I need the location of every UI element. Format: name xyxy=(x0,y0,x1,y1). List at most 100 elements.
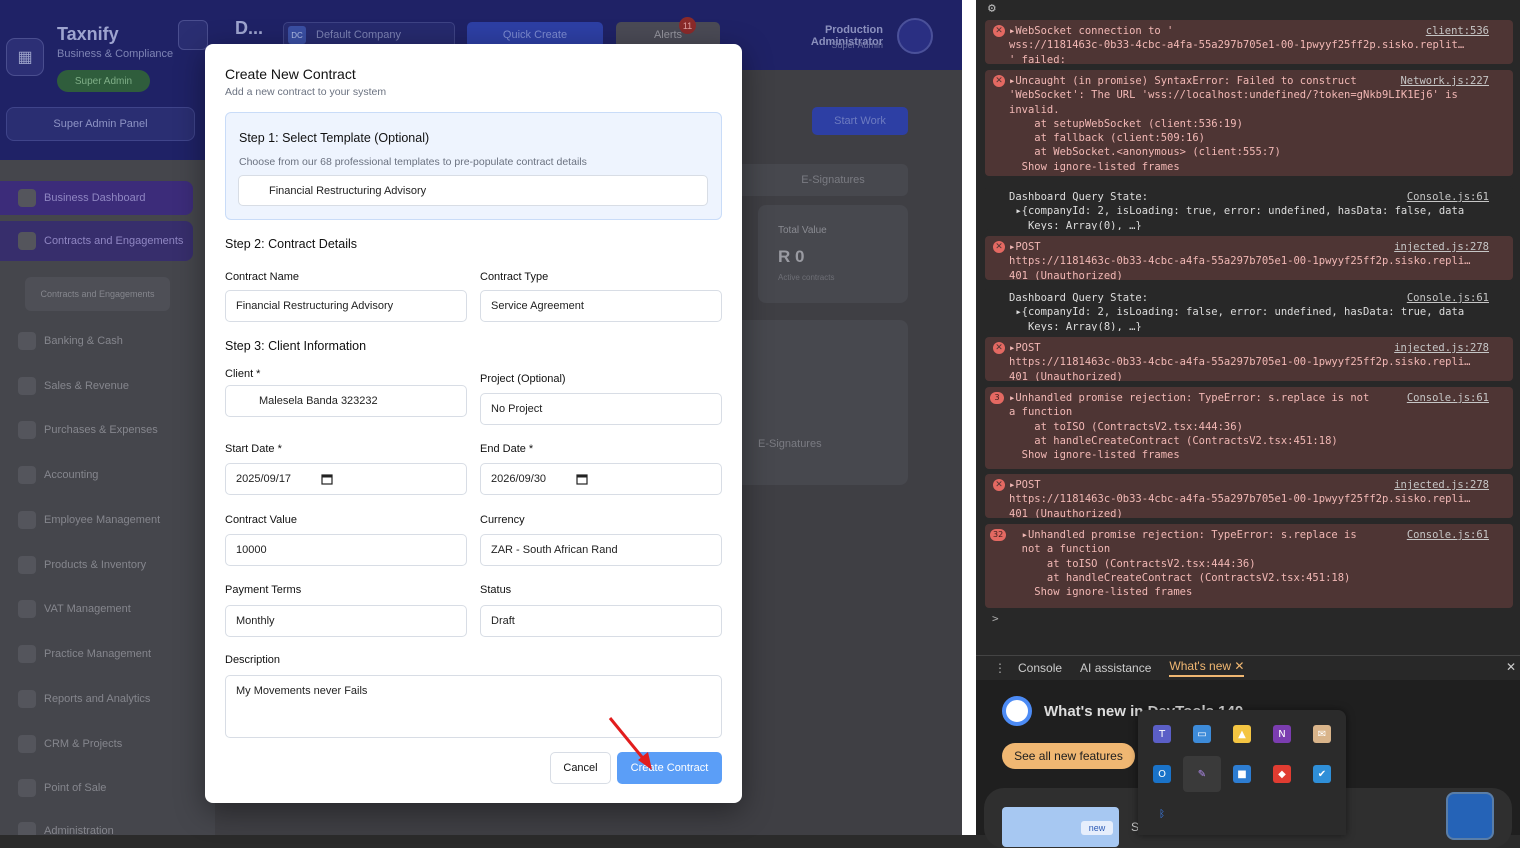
box-icon xyxy=(18,556,36,574)
source-link[interactable]: client:536 xyxy=(1426,24,1489,38)
contract-name-label: Contract Name xyxy=(225,271,299,283)
more-vertical-icon[interactable]: ⋮ xyxy=(994,661,1006,675)
card-value: R 0 xyxy=(778,247,805,266)
chart-icon xyxy=(18,690,36,708)
total-value-card: Total Value R 0 Active contracts xyxy=(758,205,908,303)
client-select[interactable]: Malesela Banda 323232 xyxy=(225,385,467,417)
error-icon: ✕ xyxy=(993,342,1005,354)
payment-terms-select[interactable]: Monthly xyxy=(225,605,467,637)
source-link[interactable]: injected.js:278 xyxy=(1394,478,1489,492)
pen-icon[interactable]: ✎ xyxy=(1193,765,1211,783)
source-link[interactable]: Console.js:61 xyxy=(1407,528,1489,542)
source-link[interactable]: Console.js:61 xyxy=(1407,391,1489,405)
source-link[interactable]: Console.js:61 xyxy=(1407,190,1489,204)
nav-admin[interactable]: Administration xyxy=(0,814,114,835)
nav-vat[interactable]: VAT Management xyxy=(0,592,131,626)
contract-type-select[interactable]: Service Agreement xyxy=(480,290,722,322)
currency-select[interactable]: ZAR - South African Rand xyxy=(480,534,722,566)
app-icon[interactable] xyxy=(1446,792,1494,840)
page-title: D... xyxy=(235,18,264,38)
tab-console[interactable]: Console xyxy=(1018,661,1062,675)
step3-heading: Step 3: Client Information xyxy=(225,339,367,353)
source-link[interactable]: Console.js:61 xyxy=(1407,291,1489,305)
repeat-count-badge: 3 xyxy=(990,392,1004,404)
source-link[interactable]: injected.js:278 xyxy=(1394,240,1489,254)
step2-heading: Step 2: Contract Details xyxy=(225,237,358,251)
avatar[interactable] xyxy=(897,18,933,54)
subnav-contracts[interactable]: Contracts and Engagements xyxy=(25,277,170,311)
close-icon[interactable]: ✕ xyxy=(1234,659,1244,673)
end-date-input[interactable]: 2026/09/30 xyxy=(480,463,722,495)
window-icon[interactable]: ▭ xyxy=(1193,725,1211,743)
app-blue-icon[interactable]: ■ xyxy=(1233,765,1251,783)
nav-accounting[interactable]: Accounting xyxy=(0,458,98,492)
nav-purchases[interactable]: Purchases & Expenses xyxy=(0,413,158,447)
brand-name: Taxnify xyxy=(57,24,119,44)
nav-products[interactable]: Products & Inventory xyxy=(0,548,146,582)
start-work-button[interactable]: Start Work xyxy=(812,107,908,135)
start-date-label: Start Date * xyxy=(225,443,282,455)
gear-icon[interactable]: ⚙ xyxy=(988,1,1004,16)
console-error-entry[interactable]: 32 ▸Unhandled promise rejection: TypeErr… xyxy=(985,524,1513,608)
anydesk-icon[interactable]: ◆ xyxy=(1273,765,1291,783)
security-shield-icon[interactable]: ✔ xyxy=(1313,765,1331,783)
console-error-entry[interactable]: ✕ ▸Uncaught (in promise) SyntaxError: Fai… xyxy=(985,70,1513,176)
source-link[interactable]: Network.js:227 xyxy=(1400,74,1489,88)
percent-icon xyxy=(18,600,36,618)
collapse-sidebar-button[interactable] xyxy=(178,20,208,50)
log-message: ▸WebSocket connection to ' wss://1181463… xyxy=(1009,25,1465,64)
end-date-label: End Date * xyxy=(480,443,534,455)
nav-business-dashboard[interactable]: Business Dashboard xyxy=(0,181,193,215)
tab-ai-assistance[interactable]: AI assistance xyxy=(1080,661,1151,675)
console-error-entry[interactable]: ✕ ▸WebSocket connection to ' wss://118146… xyxy=(985,20,1513,64)
nav-sales[interactable]: Sales & Revenue xyxy=(0,369,129,403)
panel-divider[interactable] xyxy=(962,0,976,835)
project-select[interactable]: No Project xyxy=(480,393,722,425)
mail-icon[interactable]: ✉ xyxy=(1313,725,1331,743)
console-prompt[interactable]: > xyxy=(992,612,999,625)
contract-name-input[interactable]: Financial Restructuring Advisory xyxy=(225,290,467,322)
nav-crm[interactable]: CRM & Projects xyxy=(0,727,122,761)
calculator-icon: ▦ xyxy=(6,38,44,76)
cart-icon xyxy=(18,421,36,439)
see-all-features-button[interactable]: See all new features xyxy=(1002,743,1135,769)
nav-reports[interactable]: Reports and Analytics xyxy=(0,682,150,716)
nav-contracts[interactable]: Contracts and Engagements xyxy=(0,221,193,261)
google-drive-icon[interactable]: ▲ xyxy=(1233,725,1251,743)
tab-e-signatures[interactable]: E-Signatures xyxy=(760,168,906,192)
close-drawer-icon[interactable]: ✕ xyxy=(1506,660,1516,674)
chrome-logo-icon xyxy=(1002,696,1032,726)
error-icon: ✕ xyxy=(993,75,1005,87)
contract-value-input[interactable]: 10000 xyxy=(225,534,467,566)
tab-whats-new[interactable]: What's new ✕ xyxy=(1169,659,1245,677)
source-link[interactable]: injected.js:278 xyxy=(1394,341,1489,355)
nav-employees[interactable]: Employee Management xyxy=(0,503,160,537)
super-admin-panel-button[interactable]: Super Admin Panel xyxy=(6,107,195,141)
nav-pos[interactable]: Point of Sale xyxy=(0,771,106,805)
calendar-icon[interactable] xyxy=(576,473,588,485)
bank-icon xyxy=(18,332,36,350)
console-info-entry[interactable]: Dashboard Query State: ▸{companyId: 2, i… xyxy=(985,287,1513,331)
project-label: Project (Optional) xyxy=(480,373,566,385)
console-error-entry[interactable]: ✕ ▸POST https://1181463c-0b33-4cbc-a4fa-5… xyxy=(985,337,1513,381)
console-error-entry[interactable]: ✕ ▸POST https://1181463c-0b33-4cbc-a4fa-5… xyxy=(985,474,1513,518)
calendar-icon[interactable] xyxy=(321,473,333,485)
onenote-icon[interactable]: N xyxy=(1273,725,1291,743)
step1-heading: Step 1: Select Template (Optional) xyxy=(239,131,430,145)
red-arrow-annotation xyxy=(608,717,652,770)
template-select[interactable]: Financial Restructuring Advisory xyxy=(238,175,708,206)
contracts-icon xyxy=(18,232,36,250)
bluetooth-icon[interactable]: ᛒ xyxy=(1153,805,1171,823)
currency-label: Currency xyxy=(480,514,525,526)
console-info-entry[interactable]: Dashboard Query State: ▸{companyId: 2, i… xyxy=(985,186,1513,230)
nav-practice[interactable]: Practice Management xyxy=(0,637,151,671)
nav-banking[interactable]: Banking & Cash xyxy=(0,324,123,358)
client-label: Client * xyxy=(225,368,261,380)
start-date-input[interactable]: 2025/09/17 xyxy=(225,463,467,495)
console-error-entry[interactable]: ✕ ▸POST https://1181463c-0b33-4cbc-a4fa-5… xyxy=(985,236,1513,280)
teams-icon[interactable]: T xyxy=(1153,725,1171,743)
console-error-entry[interactable]: 3 ▸Unhandled promise rejection: TypeError… xyxy=(985,387,1513,469)
status-select[interactable]: Draft xyxy=(480,605,722,637)
outlook-icon[interactable]: O xyxy=(1153,765,1171,783)
dashboard-icon xyxy=(18,189,36,207)
